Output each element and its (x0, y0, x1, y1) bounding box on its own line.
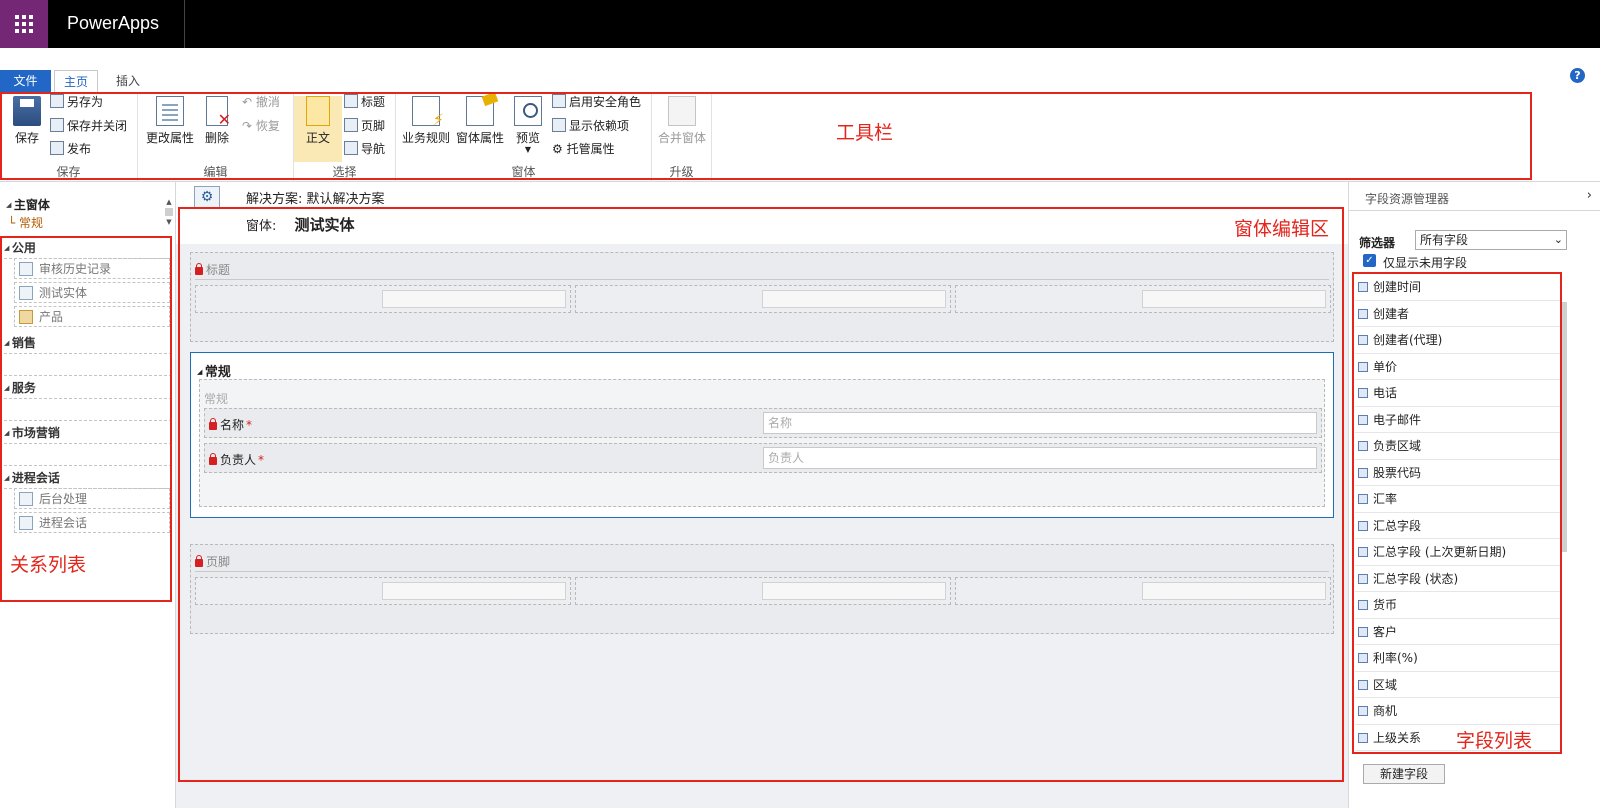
top-bar: PowerApps (0, 0, 1600, 48)
tab-file[interactable]: 文件 (0, 70, 51, 92)
tab-insert[interactable]: 插入 (104, 70, 152, 92)
nav-scrollbar[interactable]: ▲ ▼ (164, 198, 174, 232)
divider (184, 0, 185, 48)
field-explorer-title: 字段资源管理器 (1365, 192, 1450, 206)
divider (1349, 210, 1600, 211)
field-list-annotation-box (1352, 272, 1562, 754)
form-editor-annotation-box (178, 207, 1344, 782)
scroll-down-icon[interactable]: ▼ (164, 218, 174, 226)
help-icon[interactable]: ? (1570, 68, 1585, 83)
unused-only-label: 仅显示未用字段 (1383, 256, 1468, 270)
solution-label: 解决方案: 默认解决方案 (246, 192, 385, 207)
toolbar-annotation-box (0, 92, 1532, 180)
tab-home[interactable]: 主页 (54, 70, 98, 92)
form-editor-annotation: 窗体编辑区 (1234, 218, 1330, 240)
toolbar-annotation: 工具栏 (836, 122, 894, 144)
scroll-up-icon[interactable]: ▲ (164, 198, 174, 206)
new-field-button[interactable]: 新建字段 (1363, 764, 1445, 784)
gear-icon[interactable]: ⚙ (194, 186, 220, 208)
nav-general-label: 常规 (19, 216, 44, 230)
app-launcher-icon[interactable] (0, 0, 48, 48)
filter-select[interactable]: 所有字段 ⌄ (1415, 230, 1567, 250)
relation-list-annotation-box (0, 236, 172, 602)
scroll-thumb[interactable] (165, 208, 173, 216)
chevron-down-icon: ⌄ (1553, 233, 1563, 246)
ribbon-tabs: 文件 主页 插入 ? (0, 48, 1600, 92)
nav-general[interactable]: └ 常规 (8, 214, 43, 231)
field-list-annotation: 字段列表 (1456, 730, 1533, 752)
chevron-right-icon[interactable]: › (1587, 188, 1592, 203)
filter-value: 所有字段 (1420, 233, 1469, 247)
relation-list-annotation: 关系列表 (10, 554, 87, 576)
filter-label: 筛选器 (1359, 236, 1396, 250)
app-title: PowerApps (67, 13, 160, 33)
nav-main-form[interactable]: 主窗体 (6, 196, 50, 213)
unused-only-checkbox[interactable]: ✓ (1363, 254, 1376, 267)
